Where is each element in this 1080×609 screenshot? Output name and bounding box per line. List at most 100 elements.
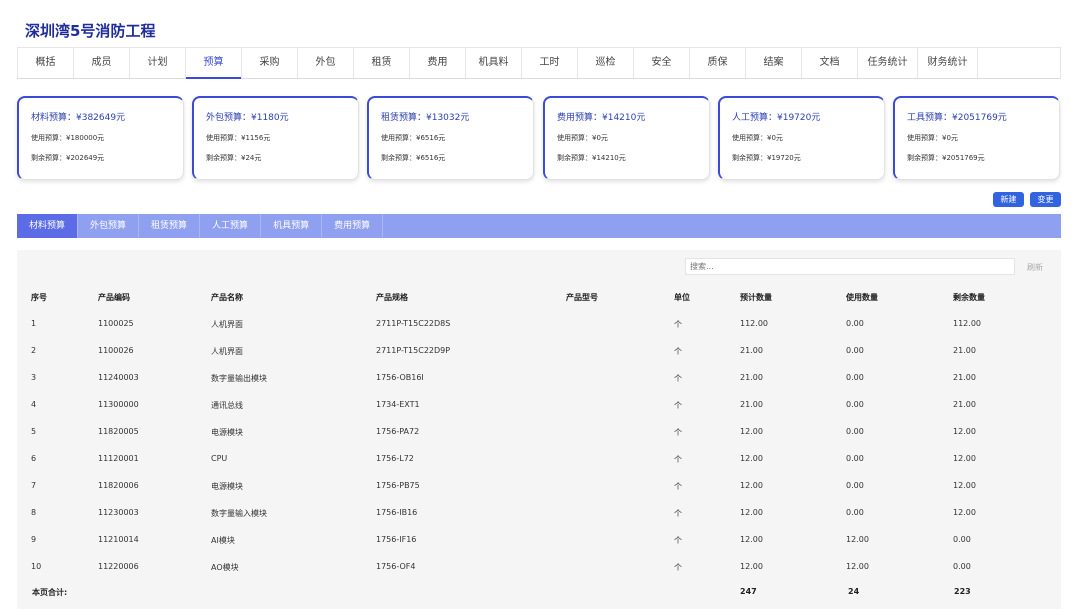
budget-card-title: 费用预算：¥14210元	[557, 113, 646, 123]
budget-card: 费用预算：¥14210元 使用预算：¥0元剩余预算：¥14210元	[543, 96, 710, 180]
table-cell: 0.00	[846, 319, 864, 328]
footer-used-total: 24	[848, 587, 860, 596]
table-cell: 11820005	[98, 427, 139, 436]
budget-card: 租赁预算：¥13032元 使用预算：¥6516元 剩余预算：¥6516元	[367, 96, 534, 180]
tab-item[interactable]: 外包	[298, 48, 354, 78]
table-cell: 0.00	[953, 535, 971, 544]
tab-item[interactable]: 费用	[410, 48, 466, 78]
table-cell: 12.00	[953, 454, 976, 463]
budget-card-title: 租赁预算：¥13032元	[381, 113, 470, 123]
table-cell: 个	[674, 347, 682, 356]
budget-card-used: 使用预算：¥0元	[557, 134, 608, 142]
subtab-item[interactable]: 费用预算	[322, 214, 384, 238]
table-cell: 12.00	[740, 481, 763, 490]
tab-item[interactable]: 文档	[802, 48, 858, 78]
tab-item[interactable]: 巡检	[578, 48, 634, 78]
table-cell: 0.00	[846, 427, 864, 436]
tab-item[interactable]: 工时	[522, 48, 578, 78]
tab-item[interactable]: 成员	[74, 48, 130, 78]
column-header: 产品名称	[211, 293, 243, 302]
subtab-item[interactable]: 机具预算	[261, 214, 323, 238]
tab-item[interactable]: 计划	[130, 48, 186, 78]
table-row[interactable]: 8 11230003 数字量输入模块 1756-IB16 个 12.00 0.00 12.00	[17, 508, 1061, 535]
table-cell: 个	[674, 428, 682, 437]
table-cell: 21.00	[740, 346, 763, 355]
tab-item[interactable]: 机具料	[466, 48, 522, 78]
column-header: 序号	[31, 293, 47, 302]
subtab-item[interactable]: 材料预算	[17, 214, 79, 238]
table-cell: 0.00	[846, 481, 864, 490]
table-cell: 21.00	[740, 400, 763, 409]
subtab-item[interactable]: 外包预算	[78, 214, 140, 238]
table-row[interactable]: 2 1100026 人机界面 2711P-T15C22D9P 个 21.00 0.00 21.…	[17, 346, 1061, 373]
subtab-item[interactable]: 人工预算	[200, 214, 262, 238]
table-row[interactable]: 1 1100025 人机界面 2711P-T15C22D8S 个 112.00 0.00 11…	[17, 319, 1061, 346]
table-cell: 3	[31, 373, 37, 382]
table-cell: 个	[674, 401, 682, 410]
table-cell: 数字量输出模块	[211, 374, 267, 383]
table-cell: 2711P-T15C22D8S	[376, 319, 451, 328]
column-header: 剩余数量	[953, 293, 985, 302]
table-cell: 12.00	[740, 562, 763, 571]
table-cell: 12.00	[953, 508, 976, 517]
budget-card-title: 人工预算：¥19720元	[732, 113, 821, 123]
table-row[interactable]: 10 11220006 AO模块 1756-OF4 个 12.00 12.00 0.00	[17, 562, 1061, 589]
budget-card: 材料预算：¥382649元 使用预算：¥180000元 剩余预算：¥202649元	[17, 96, 184, 180]
table-cell: 21.00	[953, 400, 976, 409]
table-cell: 1734-EXT1	[376, 400, 420, 409]
refresh-button[interactable]: 刷新	[1027, 262, 1043, 273]
table-cell: 1100026	[98, 346, 134, 355]
footer-remaining-total: 223	[954, 587, 971, 596]
table-row[interactable]: 3 11240003 数字量输出模块 1756-OB16I 个 21.00 0.00 21.0…	[17, 373, 1061, 400]
table-row[interactable]: 4 11300000 通讯总线 1734-EXT1 个 21.00 0.00 21.00	[17, 400, 1061, 427]
table-cell: 11300000	[98, 400, 139, 409]
table-cell: 个	[674, 374, 682, 383]
budget-summary-cards: 材料预算：¥382649元 使用预算：¥180000元 剩余预算：¥202649元 外…	[17, 96, 1061, 182]
table-row[interactable]: 6 11120001 CPU 1756-L72 个 12.00 0.00 12.00	[17, 454, 1061, 481]
tab-item[interactable]: 安全	[634, 48, 690, 78]
table-cell: 11220006	[98, 562, 139, 571]
budget-card-title: 材料预算：¥382649元	[31, 113, 126, 123]
budget-card-remaining: 剩余预算：¥202649元	[31, 154, 105, 162]
column-header: 使用数量	[846, 293, 878, 302]
new-button[interactable]: 新建	[993, 192, 1024, 207]
budget-card-used: 使用预算：¥1156元	[206, 134, 271, 142]
table-cell: 8	[31, 508, 37, 517]
tab-item[interactable]: 采购	[242, 48, 298, 78]
budget-card-used: 使用预算：¥0元	[907, 134, 958, 142]
table-cell: 11210014	[98, 535, 139, 544]
table-cell: 个	[674, 482, 682, 491]
table-row[interactable]: 7 11820006 电源模块 1756-PB75 个 12.00 0.00 12.00	[17, 481, 1061, 508]
search-input[interactable]	[685, 258, 1015, 275]
main-tabs: 概括 成员 计划 预算 采购 外包 租赁 费用 机具料 工时 巡检 安全 质保 结案 文档 任务统计 财务统计	[17, 47, 1061, 79]
budget-card-remaining: 剩余预算：¥24元	[206, 154, 262, 162]
subtab-item[interactable]: 租赁预算	[139, 214, 201, 238]
tab-item[interactable]: 概括	[18, 48, 74, 78]
table-cell: 1100025	[98, 319, 134, 328]
budget-card-title: 外包预算：¥1180元	[206, 113, 289, 123]
table-cell: 0.00	[846, 454, 864, 463]
tab-item[interactable]: 租赁	[354, 48, 410, 78]
table-cell: 1756-IF16	[376, 535, 417, 544]
budget-card-remaining: 剩余预算：¥2051769元	[907, 154, 985, 162]
tab-item[interactable]: 预算	[186, 48, 242, 79]
table-cell: 个	[674, 455, 682, 464]
table-cell: 12.00	[740, 535, 763, 544]
budget-subtabs: 材料预算 外包预算 租赁预算 人工预算 机具预算 费用预算	[17, 214, 1061, 238]
table-row[interactable]: 5 11820005 电源模块 1756-PA72 个 12.00 0.00 12.00	[17, 427, 1061, 454]
tab-item[interactable]: 任务统计	[858, 48, 918, 78]
column-header: 预计数量	[740, 293, 772, 302]
table-cell: 个	[674, 536, 682, 545]
table-cell: 人机界面	[211, 320, 243, 329]
table-cell: 6	[31, 454, 37, 463]
change-button[interactable]: 变更	[1030, 192, 1061, 207]
table-cell: 21.00	[953, 373, 976, 382]
tab-item[interactable]: 财务统计	[918, 48, 978, 78]
budget-card-remaining: 剩余预算：¥14210元	[557, 154, 626, 162]
table-row[interactable]: 9 11210014 AI模块 1756-IF16 个 12.00 12.00 0.00	[17, 535, 1061, 562]
table-cell: 0.00	[846, 400, 864, 409]
table-cell: 11230003	[98, 508, 139, 517]
table-cell: CPU	[211, 454, 228, 463]
tab-item[interactable]: 结案	[746, 48, 802, 78]
tab-item[interactable]: 质保	[690, 48, 746, 78]
